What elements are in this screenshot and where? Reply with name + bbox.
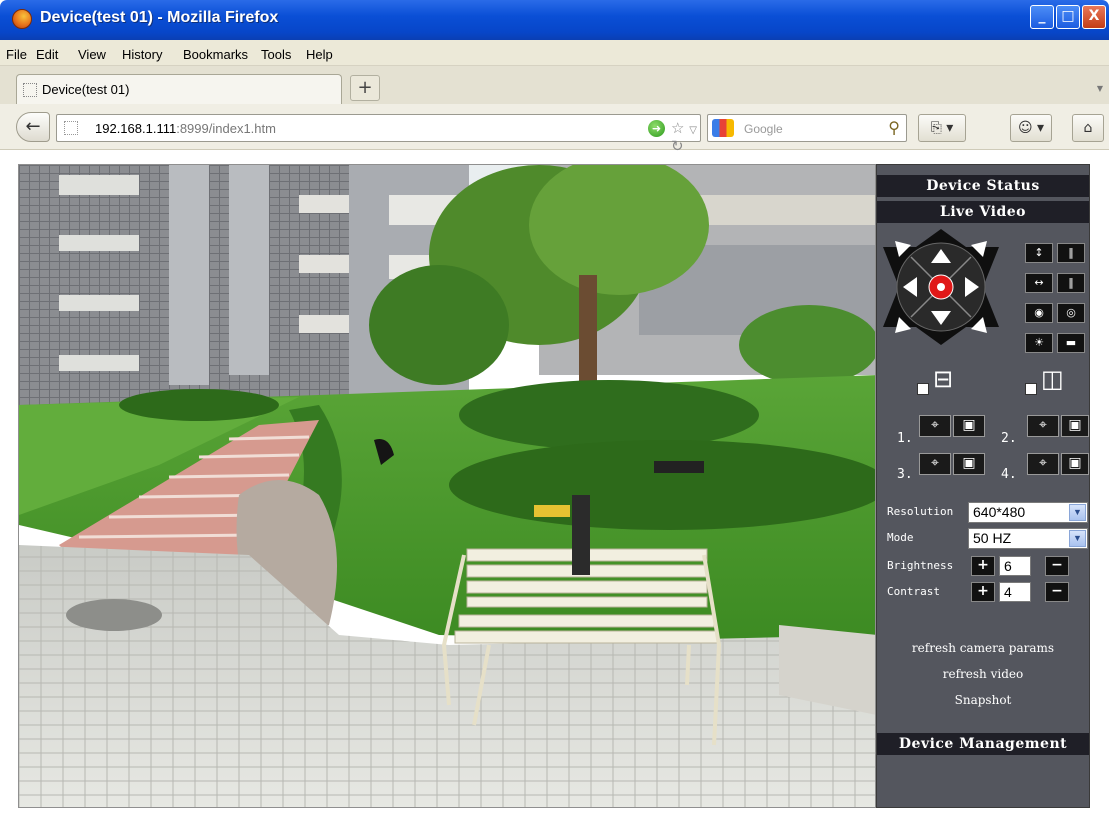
close-button[interactable]: X — [1082, 5, 1106, 29]
brightness-label: Brightness — [887, 559, 954, 572]
preset-1-goto-button[interactable]: ⌖ — [919, 415, 951, 437]
contrast-label: Contrast — [887, 585, 940, 598]
device-status-header[interactable]: Device Status — [877, 175, 1089, 197]
window-title: Device(test 01) - Mozilla Firefox — [40, 9, 279, 26]
resolution-select[interactable]: 640*480 ▼ — [968, 502, 1088, 523]
preset-4-goto-button[interactable]: ⌖ — [1027, 453, 1059, 475]
menu-bar: File Edit View History Bookmarks Tools H… — [0, 40, 1109, 66]
google-search-engine-icon[interactable] — [712, 119, 734, 137]
chevron-down-icon[interactable]: ▼ — [1069, 530, 1086, 547]
horizontal-patrol-button[interactable]: ↔ — [1025, 273, 1053, 293]
resolution-value: 640*480 — [973, 504, 1026, 520]
menu-help[interactable]: Help — [306, 47, 333, 62]
brightness-value: 6 — [999, 556, 1031, 576]
home-button[interactable]: ⌂ — [1072, 114, 1104, 142]
site-identity-icon[interactable] — [64, 121, 78, 135]
light-on-button[interactable]: ☀ — [1025, 333, 1053, 353]
zoom-in-button[interactable]: ◉ — [1025, 303, 1053, 323]
new-tab-button[interactable]: + — [350, 75, 380, 101]
device-management-header[interactable]: Device Management — [877, 733, 1089, 755]
search-input[interactable]: Google — [744, 122, 783, 136]
preset-3-save-button[interactable]: ▣ — [953, 453, 985, 475]
mode-select[interactable]: 50 HZ ▼ — [968, 528, 1088, 549]
back-button[interactable]: ← — [16, 112, 50, 142]
light-off-button[interactable]: ▬ — [1057, 333, 1085, 353]
menu-bookmarks[interactable]: Bookmarks — [183, 47, 248, 62]
preset-2-label: 2. — [1001, 431, 1017, 446]
stop-horizontal-patrol-button[interactable]: ‖ — [1057, 273, 1085, 293]
brightness-plus-button[interactable]: + — [971, 556, 995, 576]
flip-icon: ⊟ — [933, 365, 954, 393]
preset-4-label: 4. — [1001, 467, 1017, 482]
preset-4-save-button[interactable]: ▣ — [1061, 453, 1089, 475]
screenshot-addon-button[interactable]: ⎘ ▾ — [918, 114, 966, 142]
refresh-camera-params-link[interactable]: refresh camera params — [877, 641, 1089, 655]
tab-bar: Device(test 01) + ▼ — [0, 66, 1109, 104]
maximize-button[interactable]: □ — [1056, 5, 1080, 29]
live-video-header[interactable]: Live Video — [877, 201, 1089, 223]
live-video-feed[interactable] — [18, 164, 876, 808]
contrast-value: 4 — [999, 582, 1031, 602]
page-favicon-icon — [23, 83, 37, 97]
ptz-direction-pad[interactable] — [881, 227, 1001, 347]
page-viewport: Device Status Live Video ↕ ‖ ↔ ‖ ◉ ◎ ☀ ▬ — [0, 151, 1109, 825]
tab-list-chevron-icon[interactable]: ▼ — [1097, 84, 1103, 93]
url-tools: ☆ ▽ ↻ — [671, 119, 700, 155]
menu-edit[interactable]: Edit — [36, 47, 58, 62]
preset-1-save-button[interactable]: ▣ — [953, 415, 985, 437]
mirror-checkbox[interactable] — [1025, 383, 1037, 395]
url-path: :8999/index1.htm — [176, 121, 276, 136]
addon-smiley-button[interactable]: ☺ ▾ — [1010, 114, 1052, 142]
control-panel: Device Status Live Video ↕ ‖ ↔ ‖ ◉ ◎ ☀ ▬ — [876, 164, 1090, 808]
preset-2-goto-button[interactable]: ⌖ — [1027, 415, 1059, 437]
mode-label: Mode — [887, 531, 914, 544]
preset-3-goto-button[interactable]: ⌖ — [919, 453, 951, 475]
window-title-bar: Device(test 01) - Mozilla Firefox _ □ X — [0, 0, 1109, 40]
tab-title: Device(test 01) — [42, 82, 130, 97]
history-dropdown-icon[interactable]: ▽ — [689, 125, 697, 136]
chevron-down-icon[interactable]: ▼ — [1069, 504, 1086, 521]
minimize-button[interactable]: _ — [1030, 5, 1054, 29]
contrast-plus-button[interactable]: + — [971, 582, 995, 602]
contrast-minus-button[interactable]: − — [1045, 582, 1069, 602]
zoom-out-button[interactable]: ◎ — [1057, 303, 1085, 323]
preset-2-save-button[interactable]: ▣ — [1061, 415, 1089, 437]
vertical-patrol-button[interactable]: ↕ — [1025, 243, 1053, 263]
camera-image — [19, 165, 875, 807]
firefox-logo-icon — [12, 9, 32, 29]
preset-1-label: 1. — [897, 431, 913, 446]
search-magnifier-icon[interactable]: ⚲ — [888, 118, 900, 137]
navigation-bar: ← 192.168.1.111:8999/index1.htm ➜ ☆ ▽ ↻ … — [0, 104, 1109, 155]
tab-device[interactable]: Device(test 01) — [16, 74, 342, 104]
mirror-icon: ◫ — [1041, 365, 1064, 393]
go-arrow-icon[interactable]: ➜ — [648, 120, 665, 137]
menu-view[interactable]: View — [78, 47, 106, 62]
search-bar[interactable]: Google ⚲ — [707, 114, 907, 142]
preset-3-label: 3. — [897, 467, 913, 482]
snapshot-link[interactable]: Snapshot — [877, 693, 1089, 707]
menu-history[interactable]: History — [122, 47, 162, 62]
menu-file[interactable]: File — [6, 47, 27, 62]
brightness-minus-button[interactable]: − — [1045, 556, 1069, 576]
menu-tools[interactable]: Tools — [261, 47, 291, 62]
refresh-video-link[interactable]: refresh video — [877, 667, 1089, 681]
bookmark-star-icon[interactable]: ☆ — [671, 119, 684, 137]
flip-checkbox[interactable] — [917, 383, 929, 395]
resolution-label: Resolution — [887, 505, 954, 518]
mode-value: 50 HZ — [973, 530, 1012, 546]
url-host: 192.168.1.111 — [95, 121, 177, 136]
stop-vertical-patrol-button[interactable]: ‖ — [1057, 243, 1085, 263]
url-bar[interactable]: 192.168.1.111:8999/index1.htm ➜ ☆ ▽ ↻ — [56, 114, 701, 155]
url-text: 192.168.1.111:8999/index1.htm — [95, 121, 276, 136]
